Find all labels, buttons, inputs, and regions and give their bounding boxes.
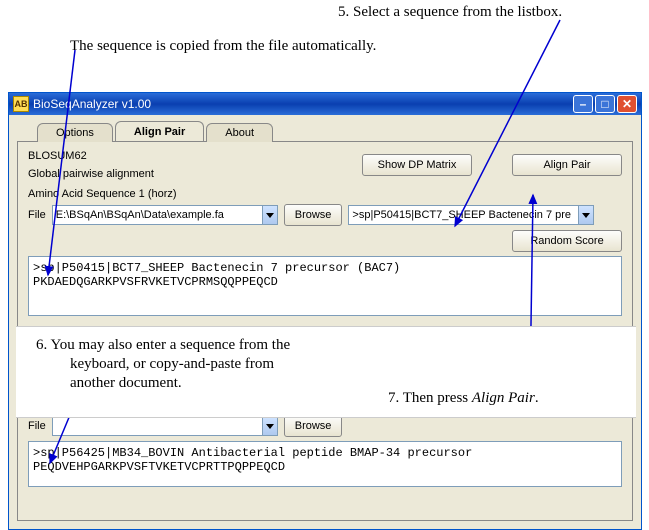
seq1-section-label: Amino Acid Sequence 1 (horz) xyxy=(28,188,622,200)
window-title: BioSeqAnalyzer v1.00 xyxy=(33,97,151,111)
random-score-button[interactable]: Random Score xyxy=(512,230,622,252)
app-icon: AB xyxy=(13,96,29,112)
annotation-step-6-line1: 6. You may also enter a sequence from th… xyxy=(36,337,290,354)
annotation-step-7: 7. Then press Align Pair. xyxy=(388,390,539,407)
file-path-input-1[interactable] xyxy=(52,205,262,225)
chevron-down-icon xyxy=(266,213,274,218)
sequence-select-input[interactable] xyxy=(348,205,578,225)
close-button[interactable]: ✕ xyxy=(617,95,637,113)
alignment-type-label: Global pairwise alignment xyxy=(28,168,154,180)
chevron-down-icon xyxy=(582,213,590,218)
sequence-textarea-2[interactable] xyxy=(28,441,622,487)
file-label-2: File xyxy=(28,420,46,432)
sequence-select-drop[interactable] xyxy=(578,205,594,225)
maximize-button[interactable]: □ xyxy=(595,95,615,113)
file-path-combo-2[interactable] xyxy=(52,416,278,436)
align-pair-button[interactable]: Align Pair xyxy=(512,154,622,176)
matrix-label: BLOSUM62 xyxy=(28,150,154,162)
tab-about[interactable]: About xyxy=(206,123,273,142)
titlebar[interactable]: AB BioSeqAnalyzer v1.00 – □ ✕ xyxy=(9,93,641,115)
file-path-input-2[interactable] xyxy=(52,416,262,436)
minimize-button[interactable]: – xyxy=(573,95,593,113)
annotation-step-5: 5. Select a sequence from the listbox. xyxy=(338,4,562,21)
chevron-down-icon xyxy=(266,424,274,429)
browse-button-2[interactable]: Browse xyxy=(284,415,343,437)
browse-button-1[interactable]: Browse xyxy=(284,204,343,226)
annotation-auto-copy: The sequence is copied from the file aut… xyxy=(70,38,376,55)
tab-align-pair[interactable]: Align Pair xyxy=(115,121,204,141)
sequence-textarea-1[interactable] xyxy=(28,256,622,316)
annotation-step-6-line2: keyboard, or copy-and-paste from xyxy=(70,356,274,373)
file-label-1: File xyxy=(28,209,46,221)
annotation-step-7-em: Align Pair xyxy=(472,390,535,406)
file-path-drop-2[interactable] xyxy=(262,416,278,436)
annotation-step-6-line3: another document. xyxy=(70,375,182,392)
file-path-drop-1[interactable] xyxy=(262,205,278,225)
sequence-select-combo[interactable] xyxy=(348,205,594,225)
tab-options[interactable]: Options xyxy=(37,123,113,142)
app-window: AB BioSeqAnalyzer v1.00 – □ ✕ Options Al… xyxy=(8,92,642,530)
file-path-combo-1[interactable] xyxy=(52,205,278,225)
show-dp-matrix-button[interactable]: Show DP Matrix xyxy=(362,154,472,176)
